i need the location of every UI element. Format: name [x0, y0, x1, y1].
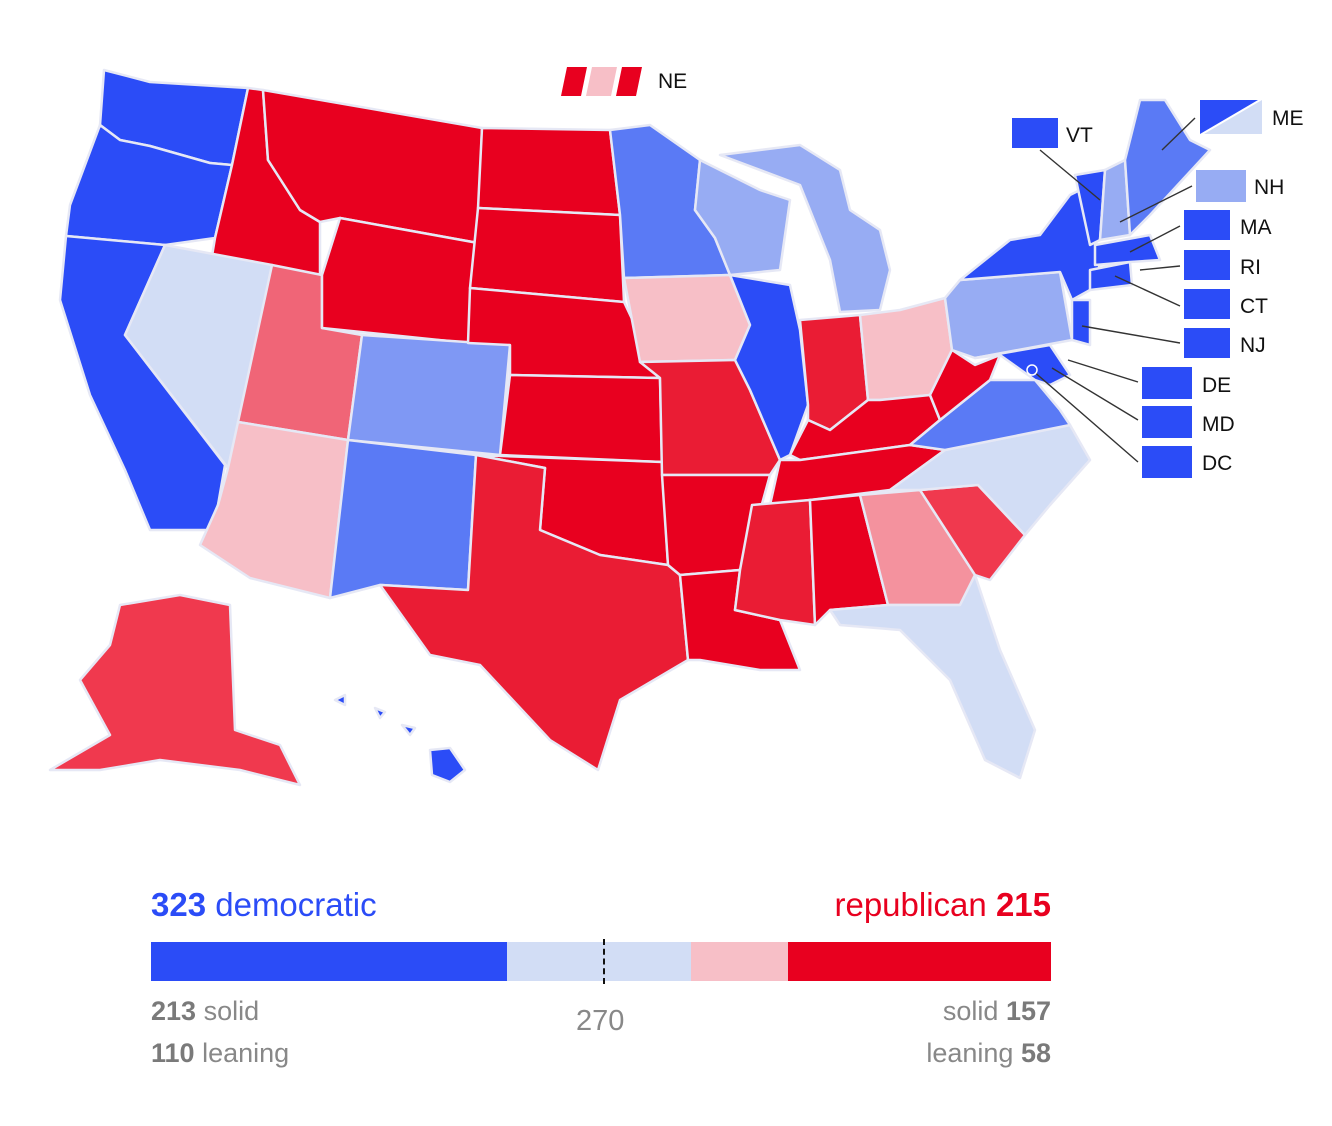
small-box-nj	[1184, 328, 1230, 358]
state-south-dakota[interactable]	[468, 206, 626, 304]
small-box-vt	[1012, 118, 1058, 148]
bar-segment-1	[507, 942, 692, 981]
rep-solid-value: 157	[1005, 996, 1051, 1026]
small-box-dc	[1142, 446, 1192, 478]
state-kansas[interactable]	[498, 373, 664, 464]
rep-tally: republican 215	[834, 886, 1051, 924]
dem-solid-value: 213	[151, 996, 197, 1026]
dem-solid-label: solid	[203, 996, 260, 1026]
dem-name: democratic	[215, 886, 377, 923]
threshold-marker	[602, 939, 605, 984]
rep-name: republican	[834, 886, 987, 923]
state-alaska[interactable]	[48, 593, 302, 787]
dc-marker	[1026, 364, 1038, 376]
rep-solid-label: solid	[942, 996, 999, 1026]
electoral-vote-bar	[151, 939, 1051, 984]
state-colorado[interactable]	[346, 333, 512, 457]
state-hawaii[interactable]	[428, 746, 467, 784]
small-label-ma: MA	[1240, 216, 1272, 239]
small-label-nj: NJ	[1240, 334, 1266, 357]
small-label-vt: VT	[1066, 124, 1093, 147]
state-iowa[interactable]	[622, 273, 752, 364]
bar-segment-2	[691, 942, 789, 981]
state-hawaii-islands[interactable]	[333, 693, 417, 737]
small-box-nh	[1196, 170, 1246, 202]
small-box-ma	[1184, 210, 1230, 240]
dem-tally: 323 democratic	[151, 886, 377, 924]
small-label-dc: DC	[1202, 452, 1232, 475]
small-label-ct: CT	[1240, 295, 1268, 318]
bar-segment-0	[151, 942, 508, 981]
leader-md	[1051, 367, 1139, 421]
ne-split-box-2	[586, 67, 617, 96]
dem-leaning-label: leaning	[202, 1038, 290, 1068]
small-label-ri: RI	[1240, 256, 1261, 279]
dem-solid-count: 213 solid	[151, 996, 259, 1027]
ne-split-box-3	[616, 67, 642, 96]
dem-leaning-value: 110	[151, 1038, 195, 1068]
bar-segment-3	[788, 942, 1051, 981]
small-box-md	[1142, 406, 1192, 438]
small-box-ct	[1184, 289, 1230, 319]
small-box-ri	[1184, 250, 1230, 280]
small-label-nh: NH	[1254, 176, 1284, 199]
state-new-mexico[interactable]	[328, 438, 478, 600]
small-label-md: MD	[1202, 413, 1235, 436]
nebraska-split-legend[interactable]: NE	[561, 67, 687, 96]
leader-nj	[1081, 325, 1181, 344]
us-electoral-map: NE ME VT NH MA RI CT NJ DE MD DC	[48, 67, 1304, 787]
dem-leaning-count: 110 leaning	[151, 1038, 289, 1069]
state-north-dakota[interactable]	[476, 126, 622, 217]
leader-ri	[1139, 265, 1181, 271]
dem-total: 323	[151, 886, 207, 923]
state-new-jersey-shape[interactable]	[1070, 298, 1092, 347]
small-box-de	[1142, 367, 1192, 399]
rep-leaning-value: 58	[1020, 1038, 1051, 1068]
leader-ct	[1114, 275, 1181, 307]
state-pennsylvania[interactable]	[943, 270, 1074, 360]
small-state-nj[interactable]: NJ	[1081, 325, 1266, 358]
rep-leaning-label: leaning	[926, 1038, 1014, 1068]
small-label-de: DE	[1202, 374, 1231, 397]
rep-solid-count: solid 157	[943, 996, 1051, 1027]
small-label-ne: NE	[658, 70, 687, 93]
small-state-ct[interactable]: CT	[1114, 275, 1268, 319]
ne-split-box-1	[561, 67, 587, 96]
rep-leaning-count: leaning 58	[926, 1038, 1051, 1069]
threshold-label: 270	[576, 1005, 625, 1037]
rep-total: 215	[995, 886, 1051, 923]
leader-de	[1067, 359, 1139, 383]
small-label-me: ME	[1272, 107, 1304, 130]
